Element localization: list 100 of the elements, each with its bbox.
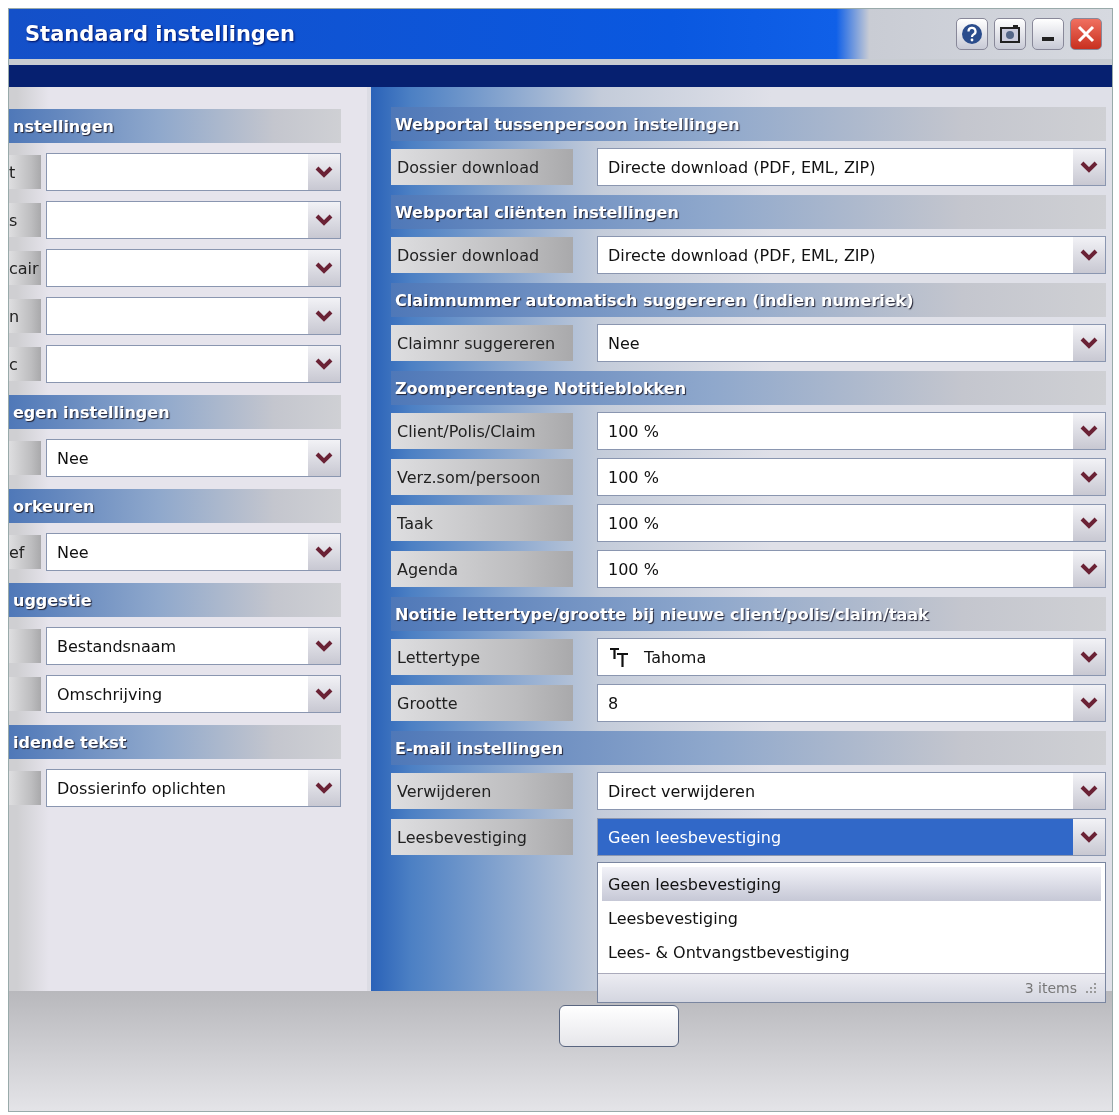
button[interactable] [559,1005,679,1047]
section-header: Zoompercentage Notitieblokken [391,371,1106,405]
field-label: Dossier download [391,149,573,185]
chevron-down-icon [1080,425,1098,437]
select-value: Direct verwijderen [608,781,756,801]
screenshot-button[interactable] [994,18,1026,50]
chevron-down-icon [1080,651,1098,663]
field-label [9,629,41,663]
dropdown-field[interactable]: 100 % [597,550,1106,588]
dropdown-field[interactable] [46,249,341,287]
resize-grip-icon[interactable] [1085,982,1097,994]
dropdown-field[interactable]: Dossierinfo oplichten [46,769,341,807]
select-value: Directe download (PDF, EML, ZIP) [608,245,876,265]
chevron-down-icon [1080,337,1098,349]
field-label: Agenda [391,551,573,587]
select-value: Dossierinfo oplichten [57,778,226,798]
chevron-down-icon [1080,697,1098,709]
field-label: s [9,203,41,237]
field-label: t [9,155,41,189]
field-label: n [9,299,41,333]
close-button[interactable] [1070,18,1102,50]
field-label: Dossier download [391,237,573,273]
select-value: 100 % [608,421,659,441]
chevron-down-icon [1080,249,1098,261]
dropdown-option[interactable]: Leesbevestiging [602,901,1101,935]
chevron-down-icon [315,546,333,558]
section-header: Notitie lettertype/grootte bij nieuwe client/polis/claim/taak [391,597,1106,631]
minimize-icon [1042,37,1054,41]
select-value: Directe download (PDF, EML, ZIP) [608,157,876,177]
section-header: E-mail instellingen [391,731,1106,765]
dropdown-field[interactable]: Omschrijving [46,675,341,713]
select-value: 100 % [608,559,659,579]
select-value: 100 % [608,467,659,487]
select-value: Tahoma [644,647,707,667]
minimize-button[interactable] [1032,18,1064,50]
field-label: ef [9,535,41,569]
chevron-down-icon [315,262,333,274]
help-button[interactable] [956,18,988,50]
dropdown-option[interactable]: Geen leesbevestiging [602,867,1101,901]
item-count: 3 items [1024,980,1077,996]
section-header: nstellingen [9,109,341,143]
camera-icon [999,24,1021,44]
dropdown-field[interactable] [46,201,341,239]
select-value: Omschrijving [57,684,163,704]
dropdown-field[interactable]: Geen leesbevestiging [597,818,1106,856]
section-header: uggestie [9,583,341,617]
section-header: orkeuren [9,489,341,523]
field-label: Claimnr suggereren [391,325,573,361]
select-value: Geen leesbevestiging [608,827,782,847]
dropdown-field[interactable]: Directe download (PDF, EML, ZIP) [597,148,1106,186]
dropdown-field[interactable] [46,297,341,335]
chevron-down-icon [1080,831,1098,843]
dropdown-field[interactable] [46,153,341,191]
field-label [9,441,41,475]
dropdown-field[interactable]: Directe download (PDF, EML, ZIP) [597,236,1106,274]
help-icon [961,23,983,45]
chevron-down-icon [1080,785,1098,797]
dropdown-field[interactable]: Nee [597,324,1106,362]
field-label [9,677,41,711]
chevron-down-icon [1080,471,1098,483]
select-value: Nee [57,448,89,468]
section-header: Webportal cliënten instellingen [391,195,1106,229]
field-label: Grootte [391,685,573,721]
chevron-down-icon [1080,517,1098,529]
chevron-down-icon [315,214,333,226]
chevron-down-icon [315,166,333,178]
field-label: Lettertype [391,639,573,675]
section-header: Claimnummer automatisch suggereren (indien numeriek) [391,283,1106,317]
select-value: 8 [608,693,619,713]
chevron-down-icon [1080,161,1098,173]
chevron-down-icon [315,688,333,700]
field-label: Taak [391,505,573,541]
field-label [9,771,41,805]
dropdown-field[interactable]: Nee [46,533,341,571]
chevron-down-icon [1080,563,1098,575]
chevron-down-icon [315,640,333,652]
select-value: Nee [57,542,89,562]
field-label: Verwijderen [391,773,573,809]
window-title: Standaard instellingen [25,22,296,46]
section-header: egen instellingen [9,395,341,429]
dropdown-option[interactable]: Lees- & Ontvangstbevestiging [602,935,1101,969]
dropdown-field[interactable]: Bestandsnaam [46,627,341,665]
font-icon [608,646,630,668]
section-header: idende tekst [9,725,341,759]
select-value: 100 % [608,513,659,533]
dropdown-field[interactable]: Tahoma [597,638,1106,676]
dropdown-field[interactable]: 100 % [597,412,1106,450]
close-icon [1076,24,1096,44]
dropdown-field[interactable]: Nee [46,439,341,477]
chevron-down-icon [315,358,333,370]
select-value: Nee [608,333,640,353]
field-label: c [9,347,41,381]
section-header: Webportal tussenpersoon instellingen [391,107,1106,141]
chevron-down-icon [315,782,333,794]
dropdown-field[interactable]: 100 % [597,458,1106,496]
dropdown-field[interactable]: 100 % [597,504,1106,542]
dropdown-field[interactable]: 8 [597,684,1106,722]
dropdown-field[interactable]: Direct verwijderen [597,772,1106,810]
field-label: cair [9,251,41,285]
dropdown-field[interactable] [46,345,341,383]
